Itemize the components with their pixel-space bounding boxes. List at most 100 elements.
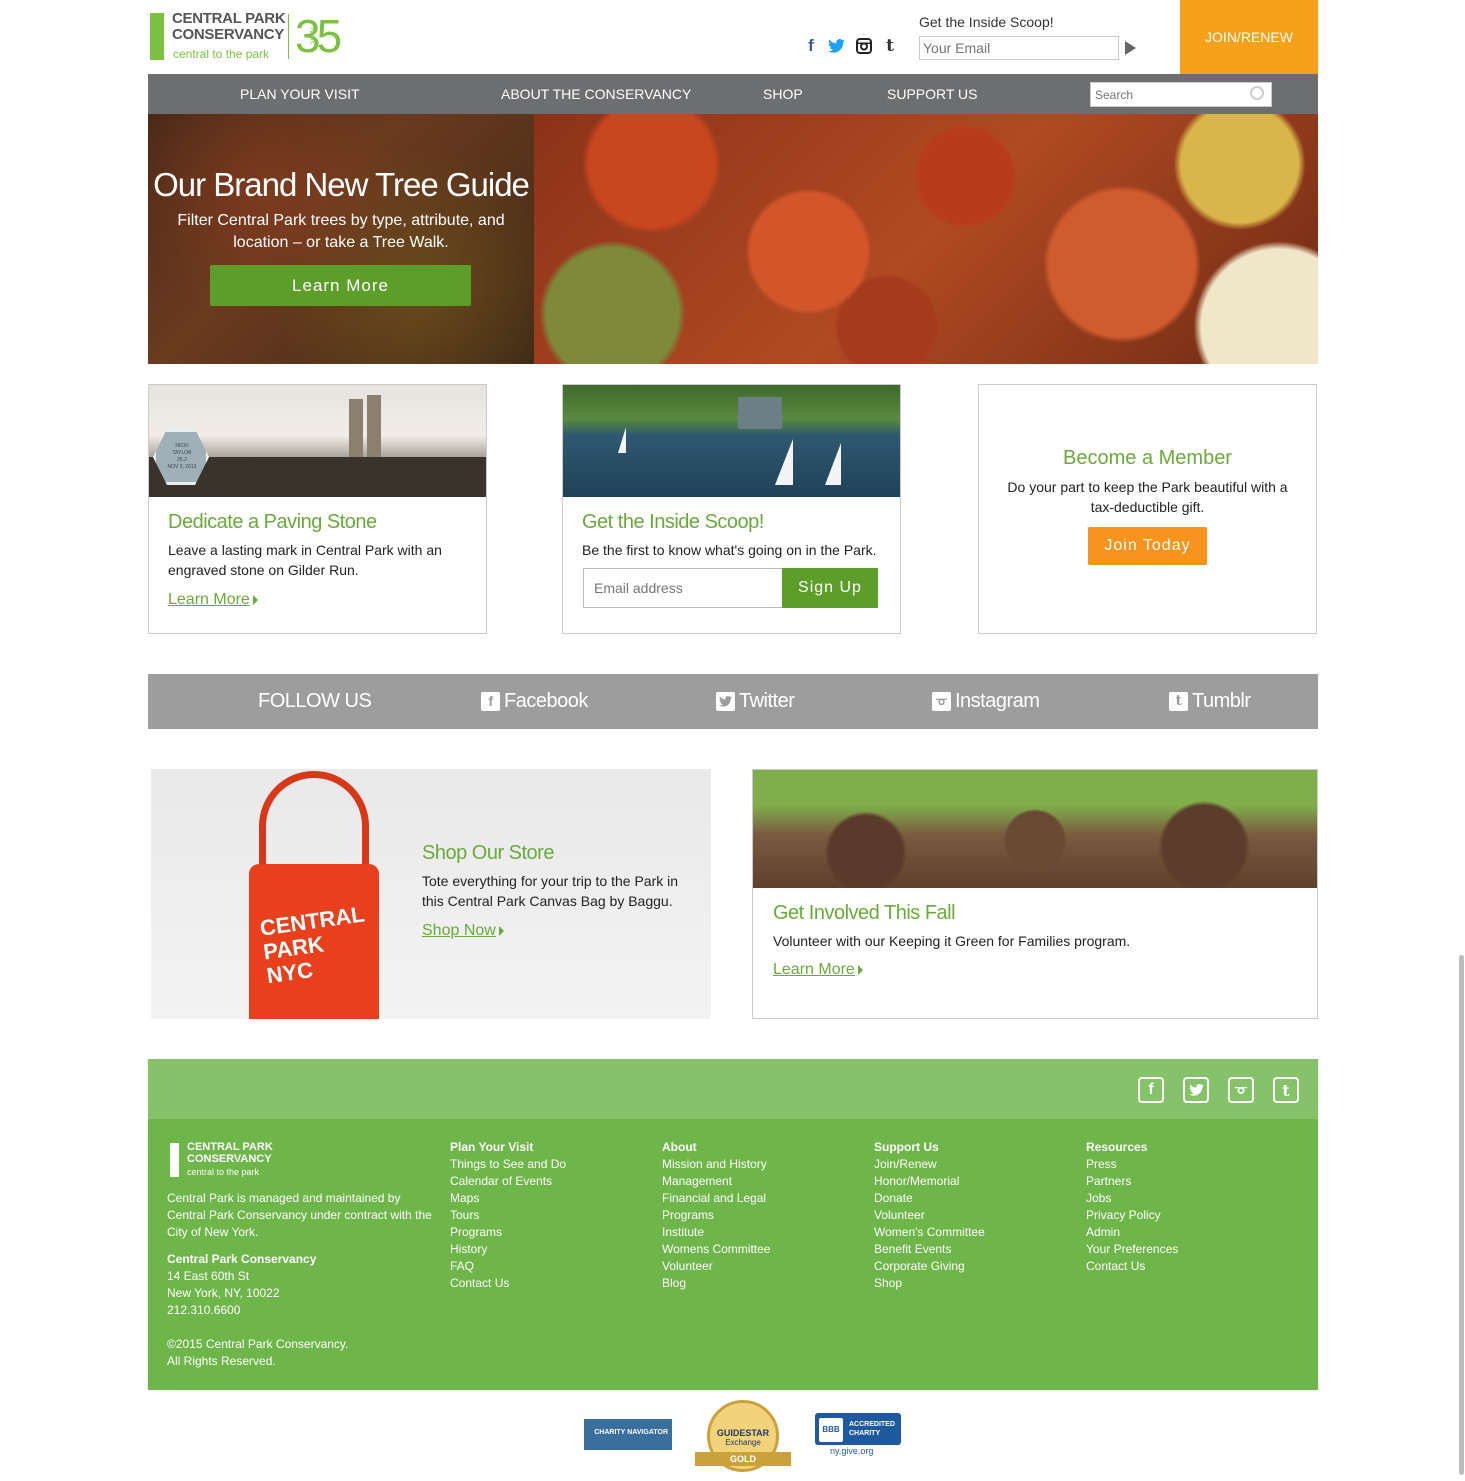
scoop-email-input[interactable] [583,568,783,608]
footer-col-heading[interactable]: About [662,1139,770,1156]
card-become-member: Become a Member Do your part to keep the… [978,384,1317,634]
footer-link[interactable]: Tours [450,1207,566,1224]
footer-rights: All Rights Reserved. [167,1354,276,1368]
nav-support-us[interactable]: SUPPORT US [887,74,978,114]
charity-navigator-badge[interactable]: CHARITY NAVIGATOR [584,1419,672,1450]
footer-col-heading[interactable]: Resources [1086,1139,1178,1156]
footer-link[interactable]: Privacy Policy [1086,1207,1178,1224]
footer-col-resources: Resources Press Partners Jobs Privacy Po… [1086,1139,1178,1275]
follow-tumblr-link[interactable]: t Tumblr [1169,674,1251,729]
volunteer-title: Get Involved This Fall [773,902,956,924]
footer-link[interactable]: Contact Us [1086,1258,1178,1275]
footer-link[interactable]: Jobs [1086,1190,1178,1207]
instagram-icon[interactable] [855,37,873,55]
footer-link[interactable]: Blog [662,1275,770,1292]
footer-link[interactable]: Womens Committee [662,1241,770,1258]
footer-link[interactable]: Donate [874,1190,985,1207]
shop-now-link[interactable]: Shop Now [422,922,504,940]
footer-link[interactable]: Things to See and Do [450,1156,566,1173]
card-inside-scoop: Get the Inside Scoop! Be the first to kn… [562,384,901,634]
member-title: Become a Member [1063,447,1232,469]
footer-link[interactable]: Management [662,1173,770,1190]
follow-facebook-link[interactable]: f Facebook [481,674,588,729]
footer-link[interactable]: Calendar of Events [450,1173,566,1190]
nav-shop[interactable]: SHOP [763,74,803,114]
footer-link[interactable]: Programs [450,1224,566,1241]
hero-banner: Our Brand New Tree Guide Filter Central … [148,114,1318,364]
follow-twitter-label: Twitter [739,690,795,712]
footer-link[interactable]: Mission and History [662,1156,770,1173]
footer-col-heading[interactable]: Plan Your Visit [450,1139,566,1156]
footer-logo-line1: CENTRAL PARK [187,1141,273,1153]
sign-up-button[interactable]: Sign Up [782,568,878,608]
nav-plan-your-visit[interactable]: PLAN YOUR VISIT [240,74,360,114]
hero-learn-more-button[interactable]: Learn More [210,265,471,306]
nav-about-the-conservancy[interactable]: ABOUT THE CONSERVANCY [501,74,691,114]
hero-leaves-image [534,114,1318,364]
footer-link[interactable]: Partners [1086,1173,1178,1190]
bbb-line1: ACCREDITED [849,1421,895,1428]
footer-link[interactable]: Corporate Giving [874,1258,985,1275]
footer-org-name: Central Park Conservancy [167,1252,317,1266]
footer-link[interactable]: Your Preferences [1086,1241,1178,1258]
footer-copyright: ©2015 Central Park Conservancy. [167,1337,349,1351]
tumblr-icon[interactable]: t [881,36,899,56]
header-email-input[interactable] [919,36,1119,60]
logo-line2[interactable]: CONSERVANCY [172,27,284,43]
logo-tagline[interactable]: central to the park [173,47,269,61]
stone-line3: NOV 3, 2013 [167,464,197,470]
footer-link[interactable]: Women's Committee [874,1224,985,1241]
footer-instagram-icon[interactable] [1228,1077,1254,1103]
footer-link[interactable]: Volunteer [874,1207,985,1224]
search-input[interactable] [1090,82,1272,107]
footer-col-heading[interactable]: Support Us [874,1139,985,1156]
card-paving-stone: NICKI TAYLOR 26.2 NOV 3, 2013 Dedicate a… [148,384,487,634]
twitter-icon[interactable] [827,37,845,55]
footer-col-plan-your-visit: Plan Your Visit Things to See and Do Cal… [450,1139,566,1292]
instagram-icon [932,692,951,711]
guidestar-line1: GUIDESTAR [716,1428,770,1438]
shop-title: Shop Our Store [422,842,554,864]
footer-link[interactable]: Shop [874,1275,985,1292]
footer-facebook-icon[interactable]: f [1138,1077,1164,1103]
newsletter-label: Get the Inside Scoop! [919,14,1054,30]
email-submit-arrow-icon[interactable] [1125,41,1136,55]
volunteer-learn-more-link[interactable]: Learn More [773,961,863,979]
footer-link[interactable]: Press [1086,1156,1178,1173]
footer-about-text: Central Park is managed and maintained b… [167,1191,432,1239]
footer-twitter-icon[interactable] [1183,1077,1209,1103]
tumblr-icon: t [1169,692,1188,711]
footer-tumblr-icon[interactable]: t [1273,1077,1299,1103]
footer-link[interactable]: Maps [450,1190,566,1207]
scoop-text: Be the first to know what's going on in … [582,542,877,558]
follow-instagram-link[interactable]: Instagram [932,674,1040,729]
shop-text: Tote everything for your trip to the Par… [422,873,679,909]
join-today-button[interactable]: Join Today [1088,527,1207,565]
volunteer-text: Volunteer with our Keeping it Green for … [773,933,1131,949]
facebook-icon[interactable]: f [802,36,820,55]
sailboat-pond-image [563,385,900,497]
footer-link[interactable]: Programs [662,1207,770,1224]
logo-mark[interactable] [150,13,164,60]
shop-promo: CENTRAL PARK NYC Shop Our Store Tote eve… [151,769,711,1019]
footer-link[interactable]: Benefit Events [874,1241,985,1258]
footer-link[interactable]: Join/Renew [874,1156,985,1173]
page-scrollbar[interactable] [1459,955,1464,1475]
footer-link[interactable]: Financial and Legal [662,1190,770,1207]
paving-learn-more-link[interactable]: Learn More [168,591,258,609]
logo-line1[interactable]: CENTRAL PARK [172,11,286,27]
paving-title[interactable]: Dedicate a Paving Stone [168,511,377,534]
footer-link[interactable]: History [450,1241,566,1258]
join-renew-button[interactable]: JOIN/RENEW [1180,0,1318,74]
footer-link[interactable]: FAQ [450,1258,566,1275]
footer-link[interactable]: Honor/Memorial [874,1173,985,1190]
footer-link[interactable]: Institute [662,1224,770,1241]
hero-subtitle: Filter Central Park trees by type, attri… [177,212,505,251]
search-icon[interactable] [1250,86,1264,100]
footer-link[interactable]: Volunteer [662,1258,770,1275]
guidestar-text: GUIDESTAR Exchange [707,1428,779,1447]
footer-link[interactable]: Contact Us [450,1275,566,1292]
follow-twitter-link[interactable]: Twitter [716,674,795,729]
follow-us-label: FOLLOW US [258,690,372,712]
footer-link[interactable]: Admin [1086,1224,1178,1241]
